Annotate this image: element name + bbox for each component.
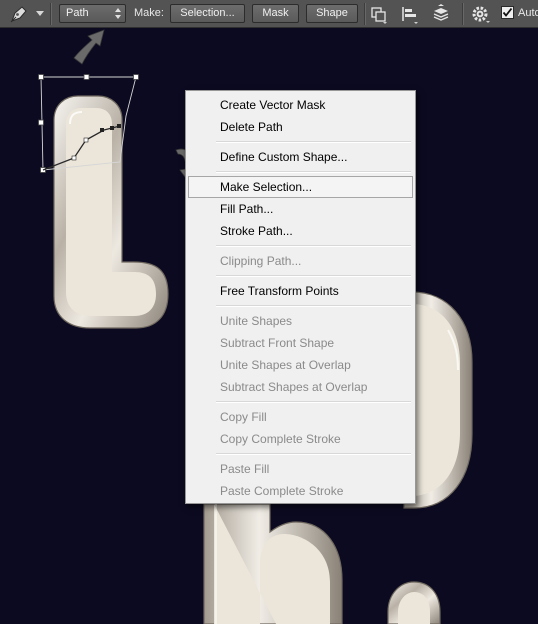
- menu-item-copy-complete-stroke[interactable]: Copy Complete Stroke: [188, 428, 413, 450]
- options-bar: Path Make: Selection... Mask Shape Auto: [0, 0, 538, 28]
- menu-item-paste-complete-stroke[interactable]: Paste Complete Stroke: [188, 480, 413, 502]
- menu-separator: [216, 305, 411, 307]
- menu-item-clipping-path[interactable]: Clipping Path...: [188, 250, 413, 272]
- make-selection-button[interactable]: Selection...: [170, 4, 245, 23]
- tool-preset-dropdown-icon[interactable]: [36, 11, 44, 16]
- menu-item-unite-shapes-at-overlap[interactable]: Unite Shapes at Overlap: [188, 354, 413, 376]
- arrow-annotation-up-icon: [73, 29, 105, 65]
- auto-add-delete-label: Auto: [518, 7, 538, 19]
- path-operations-icon[interactable]: [369, 4, 389, 24]
- menu-item-unite-shapes[interactable]: Unite Shapes: [188, 310, 413, 332]
- toolbar-divider: [462, 3, 463, 25]
- gear-icon[interactable]: [471, 4, 491, 24]
- toolbar-divider: [50, 3, 51, 25]
- tool-mode-value: Path: [66, 7, 89, 19]
- letter-l-shape: [53, 95, 169, 329]
- letter-small-o-shape: [387, 581, 441, 624]
- menu-item-delete-path[interactable]: Delete Path: [188, 116, 413, 138]
- tool-mode-select[interactable]: Path: [59, 4, 126, 23]
- pen-tool-icon[interactable]: [8, 4, 30, 24]
- menu-item-create-vector-mask[interactable]: Create Vector Mask: [188, 94, 413, 116]
- menu-item-copy-fill[interactable]: Copy Fill: [188, 406, 413, 428]
- checkmark-icon: [502, 7, 513, 17]
- menu-separator: [216, 171, 411, 173]
- toolbar-divider: [364, 3, 365, 25]
- menu-item-stroke-path[interactable]: Stroke Path...: [188, 220, 413, 242]
- make-mask-button[interactable]: Mask: [252, 4, 299, 23]
- menu-separator: [216, 245, 411, 247]
- menu-item-fill-path[interactable]: Fill Path...: [188, 198, 413, 220]
- menu-item-subtract-front-shape[interactable]: Subtract Front Shape: [188, 332, 413, 354]
- menu-separator: [216, 141, 411, 143]
- menu-separator: [216, 275, 411, 277]
- auto-add-delete-checkbox[interactable]: [501, 6, 514, 19]
- menu-separator: [216, 453, 411, 455]
- menu-separator: [216, 401, 411, 403]
- menu-item-paste-fill[interactable]: Paste Fill: [188, 458, 413, 480]
- path-context-menu: Create Vector Mask Delete Path Define Cu…: [185, 90, 416, 504]
- path-arrangement-icon[interactable]: [431, 4, 451, 24]
- menu-item-subtract-shapes-at-overlap[interactable]: Subtract Shapes at Overlap: [188, 376, 413, 398]
- menu-item-define-custom-shape[interactable]: Define Custom Shape...: [188, 146, 413, 168]
- make-shape-button[interactable]: Shape: [306, 4, 358, 23]
- make-label: Make:: [134, 7, 164, 19]
- menu-item-free-transform-points[interactable]: Free Transform Points: [188, 280, 413, 302]
- letter-h-shape: [203, 503, 343, 624]
- menu-item-make-selection[interactable]: Make Selection...: [188, 176, 413, 198]
- select-updown-icon: [115, 8, 121, 19]
- path-alignment-icon[interactable]: [400, 4, 420, 24]
